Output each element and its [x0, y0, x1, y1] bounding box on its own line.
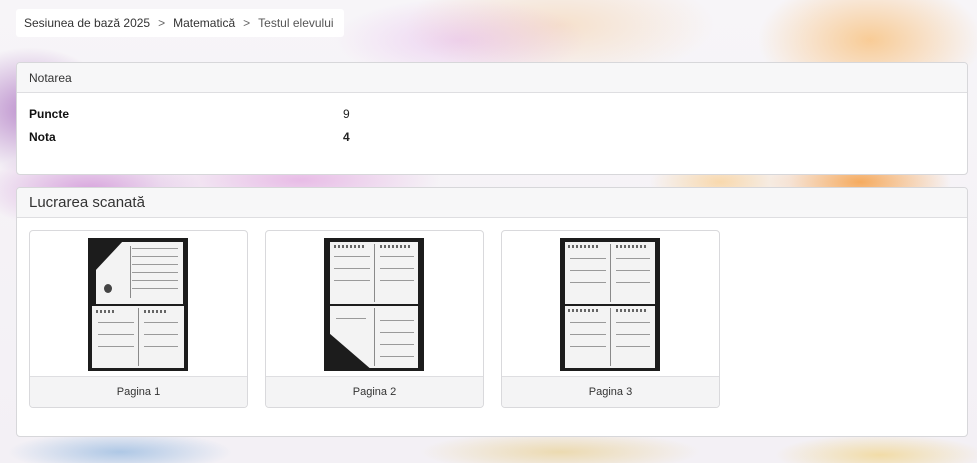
breadcrumb-current: Testul elevului — [258, 16, 334, 30]
breadcrumb-separator: > — [243, 16, 251, 30]
points-value: 9 — [343, 107, 350, 121]
grade-value: 4 — [343, 130, 350, 144]
points-label: Puncte — [29, 107, 70, 121]
page-thumbnail-1[interactable]: Pagina 1 — [29, 230, 248, 408]
scanned-paper-card: Lucrarea scanată Pagina 1 Pagina 2 Pagin… — [16, 187, 968, 437]
grading-title: Notarea — [29, 70, 72, 85]
page-caption: Pagina 3 — [502, 376, 719, 407]
points-row: Puncte 9 — [29, 105, 350, 123]
grade-row: Nota 4 — [29, 128, 350, 146]
page-2-image — [266, 231, 483, 378]
page-caption: Pagina 2 — [266, 376, 483, 407]
page-thumbnail-3[interactable]: Pagina 3 — [501, 230, 720, 408]
page-caption: Pagina 1 — [30, 376, 247, 407]
grading-card-header: Notarea — [17, 63, 967, 93]
page-thumbnail-2[interactable]: Pagina 2 — [265, 230, 484, 408]
scanned-card-header: Lucrarea scanată — [17, 188, 967, 218]
grading-card: Notarea Puncte 9 Nota 4 — [16, 62, 968, 175]
scanned-title: Lucrarea scanată — [29, 194, 145, 211]
breadcrumb-separator: > — [158, 16, 166, 30]
grade-label: Nota — [29, 130, 56, 144]
breadcrumb-subject[interactable]: Matematică — [173, 16, 235, 30]
page-3-image — [502, 231, 719, 378]
breadcrumb: Sesiunea de bază 2025 > Matematică > Tes… — [16, 9, 344, 37]
breadcrumb-session[interactable]: Sesiunea de bază 2025 — [24, 16, 150, 30]
page-1-image — [30, 231, 247, 378]
